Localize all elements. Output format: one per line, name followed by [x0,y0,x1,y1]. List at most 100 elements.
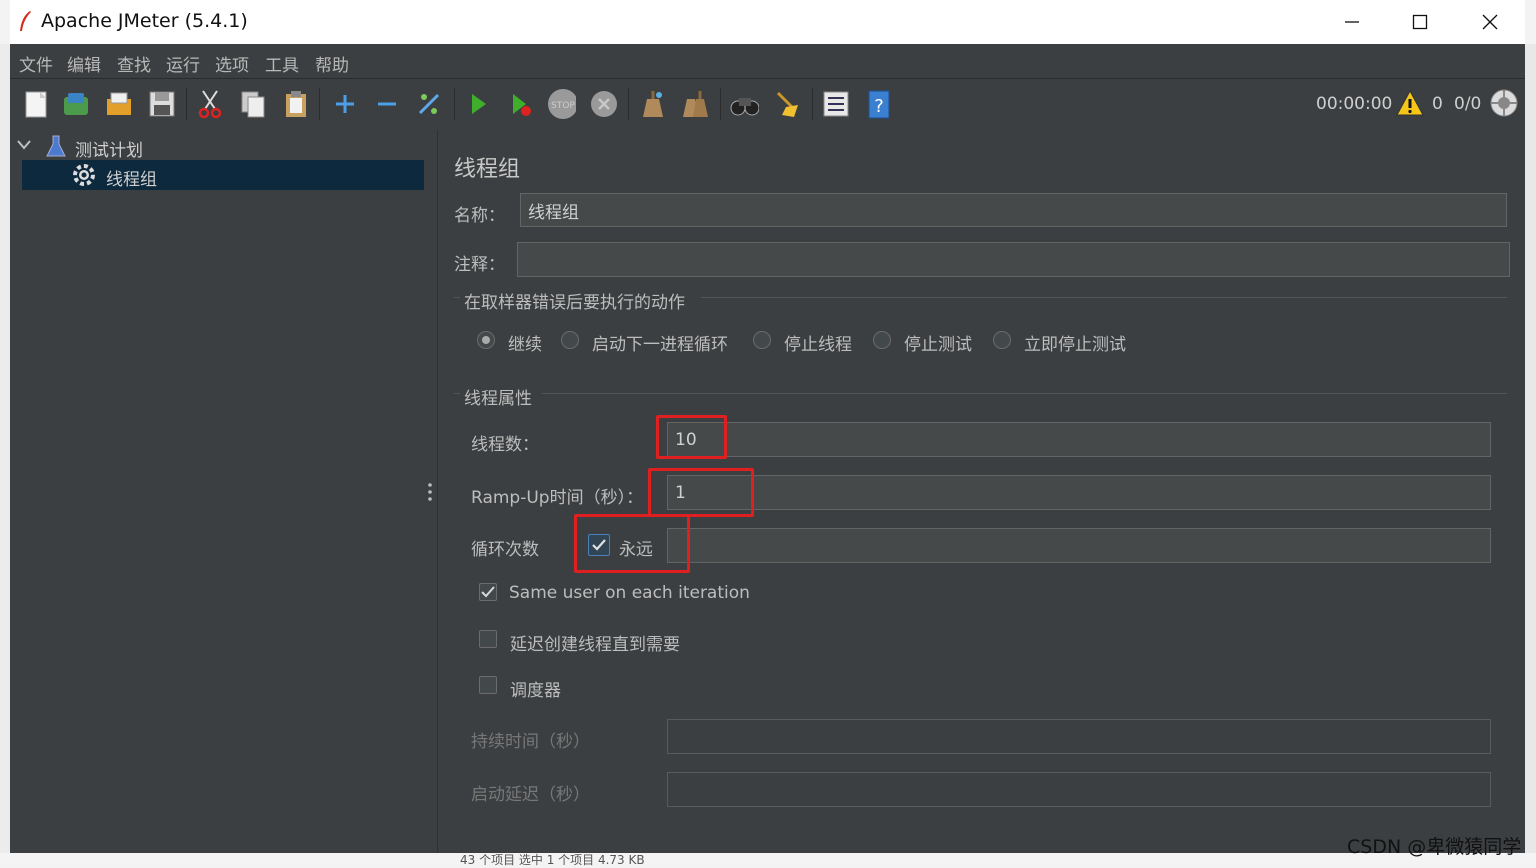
toolbar-separator [186,88,187,120]
scheduler-checkbox[interactable] [479,676,497,694]
tree-item-test-plan[interactable]: 测试计划 [10,131,424,161]
chevron-down-icon[interactable] [17,139,31,151]
radio-label-stop-test-now: 立即停止测试 [1024,335,1126,355]
scheduler-label: 调度器 [510,681,561,701]
rampup-field[interactable]: 1 [667,475,1491,510]
comment-label: 注释： [454,255,505,275]
highlight-box-loop [574,514,690,573]
same-user-checkbox[interactable] [479,583,497,601]
startup-delay-field[interactable] [667,772,1491,807]
toolbar-separator [628,88,629,120]
tree-label-thread-group: 线程组 [106,170,157,190]
splitter-handle[interactable] [424,130,438,853]
radio-stop-test[interactable] [873,331,891,349]
stop-icon[interactable]: STOP [546,88,576,120]
minimize-button[interactable] [1322,0,1382,44]
loop-count-label: 循环次数 [471,540,539,560]
group-border [542,393,1507,394]
save-icon[interactable] [147,88,177,120]
shutdown-icon[interactable] [589,88,619,120]
templates-icon[interactable] [61,88,91,120]
svg-text:STOP: STOP [551,101,575,111]
same-user-label: Same user on each iteration [509,583,750,603]
threads-field[interactable]: 10 [667,422,1491,457]
clear-icon[interactable] [637,88,667,120]
delay-create-checkbox[interactable] [479,630,497,648]
highlight-box-threads [656,415,727,459]
window-title: Apache JMeter (5.4.1) [41,10,248,32]
cut-icon[interactable] [195,88,225,120]
collapse-icon[interactable] [372,88,402,120]
new-icon[interactable] [21,88,51,120]
toolbar-separator [454,88,455,120]
radio-label-stop-thread: 停止线程 [784,335,852,355]
maximize-icon [1412,14,1428,30]
close-button[interactable] [1460,0,1520,44]
test-plan-flask-icon [46,135,66,157]
menu-options[interactable]: 选项 [215,51,249,76]
background-right-strip [1525,44,1536,864]
delay-create-label: 延迟创建线程直到需要 [510,635,680,655]
gear-icon [73,164,95,186]
test-plan-tree [10,130,425,853]
menu-tools[interactable]: 工具 [265,51,299,76]
group-border [454,393,460,394]
minimize-icon [1345,21,1359,23]
active-thread-count: 0/0 [1454,94,1482,114]
name-label: 名称： [454,206,505,226]
menu-search[interactable]: 查找 [117,51,151,76]
jmeter-feather-icon [18,10,32,32]
warning-count: 0 [1432,94,1443,114]
thread-properties-group-title: 线程属性 [464,389,532,409]
background-explorer-status: 43 个项目 选中 1 个项目 4.73 KB [460,853,645,867]
function-helper-icon[interactable] [821,88,851,120]
maximize-button[interactable] [1390,0,1450,44]
panel-title: 线程组 [454,157,521,182]
radio-label-continue: 继续 [508,335,542,355]
search-icon[interactable] [729,88,759,120]
copy-icon[interactable] [238,88,268,120]
open-icon[interactable] [104,88,134,120]
loop-count-field[interactable] [667,528,1491,563]
threads-label: 线程数： [471,435,539,455]
group-border [701,297,1507,298]
rampup-label: Ramp-Up时间（秒）： [471,488,644,508]
name-field[interactable]: 线程组 [520,193,1507,227]
menu-help[interactable]: 帮助 [315,51,349,76]
svg-text:?: ? [874,96,884,117]
group-border [454,297,460,298]
close-icon [1482,14,1498,30]
start-no-pause-icon[interactable] [505,88,535,120]
duration-field[interactable] [667,719,1491,754]
elapsed-timer: 00:00:00 [1316,94,1393,114]
checkmark-icon [481,586,495,598]
csdn-watermark: CSDN @卑微猿同学 [1347,836,1522,858]
menu-edit[interactable]: 编辑 [67,51,101,76]
radio-stop-thread[interactable] [753,331,771,349]
paste-icon[interactable] [281,88,311,120]
thread-status-icon [1489,88,1519,118]
radio-label-stop-test: 停止测试 [904,335,972,355]
comment-field[interactable] [517,242,1510,277]
duration-label: 持续时间（秒） [471,732,590,752]
toolbar-separator [319,88,320,120]
menu-run[interactable]: 运行 [166,51,200,76]
expand-icon[interactable] [330,88,360,120]
radio-start-next-loop[interactable] [561,331,579,349]
menu-file[interactable]: 文件 [19,51,53,76]
reset-search-icon[interactable] [772,88,802,120]
help-icon[interactable]: ? [864,88,894,120]
toggle-icon[interactable] [414,88,444,120]
warning-icon[interactable] [1395,88,1425,118]
radio-dot [482,336,490,344]
error-action-group-title: 在取样器错误后要执行的动作 [464,293,685,313]
clear-all-icon[interactable] [680,88,710,120]
tree-item-thread-group[interactable]: 线程组 [22,160,424,190]
background-left-strip [0,44,10,864]
radio-continue[interactable] [477,331,495,349]
drag-dots-icon [428,483,432,501]
radio-label-start-next-loop: 启动下一进程循环 [592,335,728,355]
tree-label-test-plan: 测试计划 [75,141,143,161]
start-icon[interactable] [463,88,493,120]
radio-stop-test-now[interactable] [993,331,1011,349]
